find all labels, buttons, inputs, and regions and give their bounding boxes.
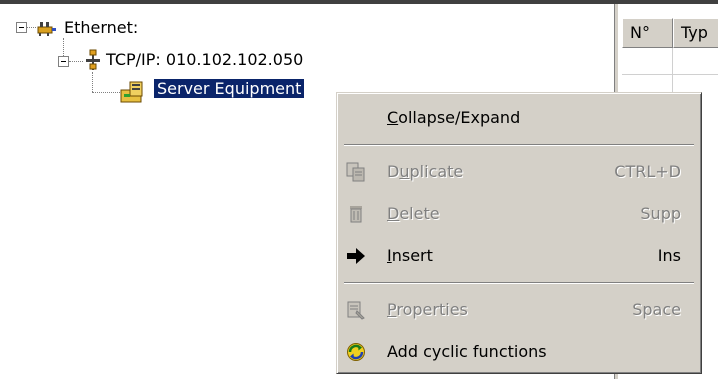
menu-item-shortcut: Supp [640, 204, 681, 223]
properties-icon [347, 301, 365, 320]
menu-item-label: Duplicate [387, 162, 464, 181]
tree-connector [63, 38, 65, 56]
menu-item-collapse-expand[interactable]: Collapse/Expand [341, 101, 697, 135]
network-icon [37, 22, 56, 36]
server-equipment-icon [120, 81, 143, 103]
menu-separator [344, 282, 694, 284]
tree-node-tcpip[interactable]: TCP/IP: 010.102.102.050 [106, 50, 303, 69]
grid-line [622, 74, 718, 75]
duplicate-icon [346, 162, 365, 182]
tree-connector [27, 27, 36, 29]
cyclic-functions-icon [347, 343, 365, 361]
menu-item-duplicate[interactable]: Duplicate CTRL+D [341, 155, 697, 189]
menu-item-properties[interactable]: Properties Space [341, 293, 697, 327]
tree-connector [69, 61, 83, 63]
tree-connector [92, 92, 120, 94]
menu-item-add-cyclic-functions[interactable]: Add cyclic functions [341, 335, 697, 369]
menu-item-label: Insert [387, 246, 433, 265]
collapse-toggle-ethernet[interactable] [16, 22, 27, 33]
menu-item-label: Delete [387, 204, 440, 223]
menu-item-label: Collapse/Expand [387, 108, 521, 127]
collapse-toggle-tcpip[interactable] [58, 56, 69, 67]
delete-icon [350, 206, 362, 223]
tree-node-server-equipment[interactable]: Server Equipment [154, 79, 305, 98]
column-header-type[interactable]: Typ [673, 18, 718, 48]
menu-item-label: Properties [387, 300, 468, 319]
context-menu: Collapse/Expand Duplicate CTRL+D Delete … [336, 92, 702, 374]
menu-separator [344, 144, 694, 146]
menu-item-shortcut: Space [632, 300, 681, 319]
column-header-number[interactable]: N° [622, 18, 673, 48]
tcpip-icon [86, 49, 100, 70]
tree-node-ethernet[interactable]: Ethernet: [64, 18, 138, 37]
menu-item-delete[interactable]: Delete Supp [341, 197, 697, 231]
tree-connector [92, 72, 94, 92]
menu-item-shortcut: CTRL+D [614, 162, 681, 181]
arrow-right-icon [347, 248, 365, 264]
menu-item-shortcut: Ins [657, 246, 681, 265]
grid-line [672, 48, 673, 98]
menu-item-label: Add cyclic functions [387, 342, 547, 361]
menu-item-insert[interactable]: Insert Ins [341, 239, 697, 273]
